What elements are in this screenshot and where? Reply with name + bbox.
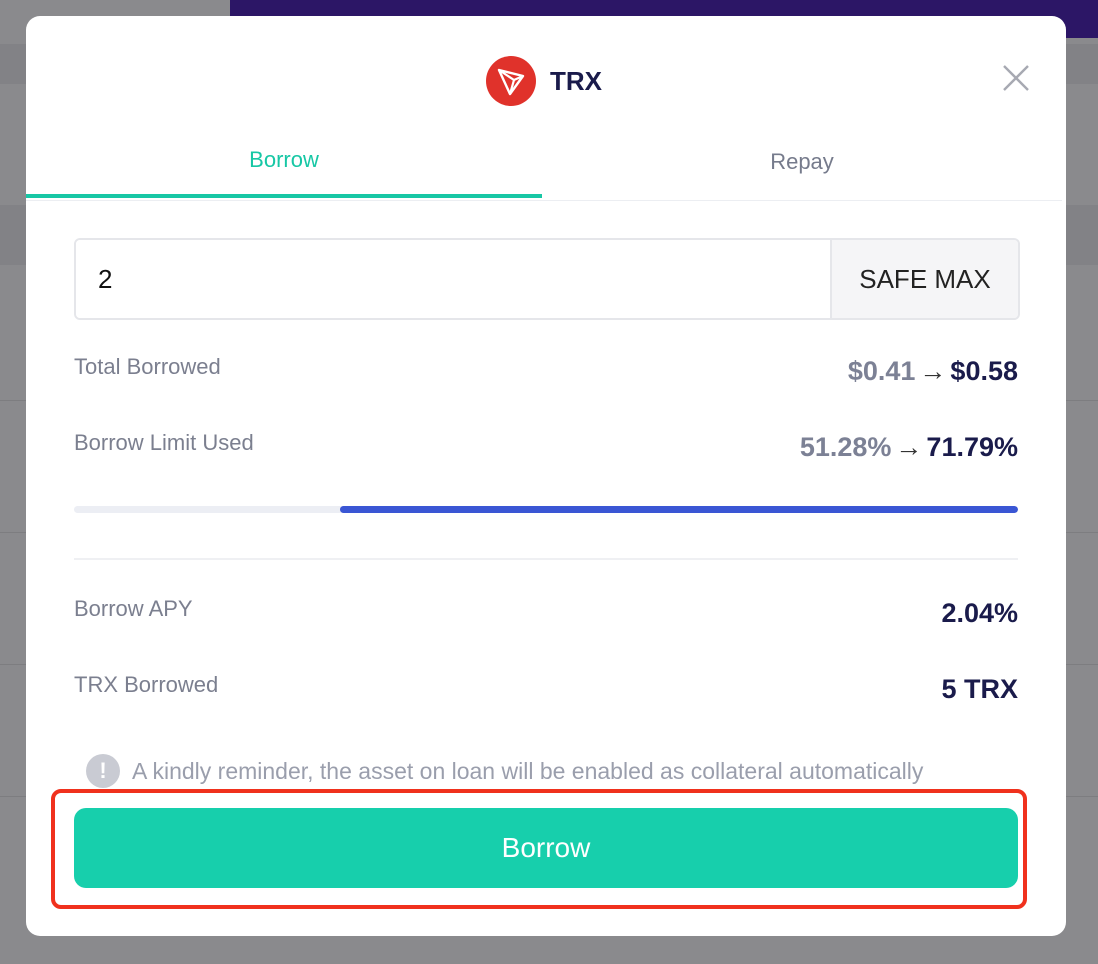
tron-logo-icon <box>486 56 536 106</box>
tab-repay[interactable]: Repay <box>544 140 1060 200</box>
safe-max-button[interactable]: SAFE MAX <box>830 240 1018 318</box>
borrow-apy-label: Borrow APY <box>74 596 193 621</box>
active-tab-indicator <box>26 194 542 198</box>
borrow-button[interactable]: Borrow <box>74 808 1018 888</box>
trx-borrowed-label: TRX Borrowed <box>74 672 219 697</box>
total-borrowed-value: $0.41 → $0.58 <box>848 356 1018 387</box>
token-header: TRX <box>486 56 602 106</box>
borrow-limit-label: Borrow Limit Used <box>74 430 254 455</box>
borrow-limit-new: 71.79% <box>926 432 1018 462</box>
total-borrowed-row: Total Borrowed $0.41 → $0.58 <box>74 354 1018 394</box>
close-icon[interactable] <box>1002 64 1030 92</box>
total-borrowed-current: $0.41 <box>847 356 916 386</box>
token-symbol: TRX <box>550 65 602 96</box>
borrow-apy-value: 2.04% <box>941 598 1018 628</box>
trx-borrowed-value: 5 TRX <box>941 674 1018 704</box>
borrow-apy-row: Borrow APY 2.04% <box>74 596 1018 636</box>
section-divider <box>74 558 1018 560</box>
modal-header: TRX <box>26 16 1066 140</box>
trx-borrowed-row: TRX Borrowed 5 TRX <box>74 672 1018 712</box>
borrow-limit-current: 51.28% <box>799 432 892 462</box>
borrow-limit-progress-fill <box>340 506 1018 513</box>
arrow-right-icon: → <box>895 432 923 462</box>
borrow-limit-progress-bar <box>74 506 1018 513</box>
arrow-right-icon: → <box>919 356 947 386</box>
info-exclamation-icon: ! <box>86 754 120 788</box>
borrow-limit-row: Borrow Limit Used 51.28% → 71.79% <box>74 430 1018 470</box>
tab-borrow[interactable]: Borrow <box>26 140 542 200</box>
borrow-limit-value: 51.28% → 71.79% <box>800 432 1018 463</box>
collateral-reminder: ! A kindly reminder, the asset on loan w… <box>86 754 923 788</box>
total-borrowed-label: Total Borrowed <box>74 354 221 379</box>
tab-bar: Borrow Repay <box>26 140 1062 201</box>
reminder-text: A kindly reminder, the asset on loan wil… <box>132 757 924 784</box>
amount-field-group: SAFE MAX <box>74 238 1020 320</box>
total-borrowed-new: $0.58 <box>950 356 1018 386</box>
amount-input[interactable] <box>76 240 830 318</box>
